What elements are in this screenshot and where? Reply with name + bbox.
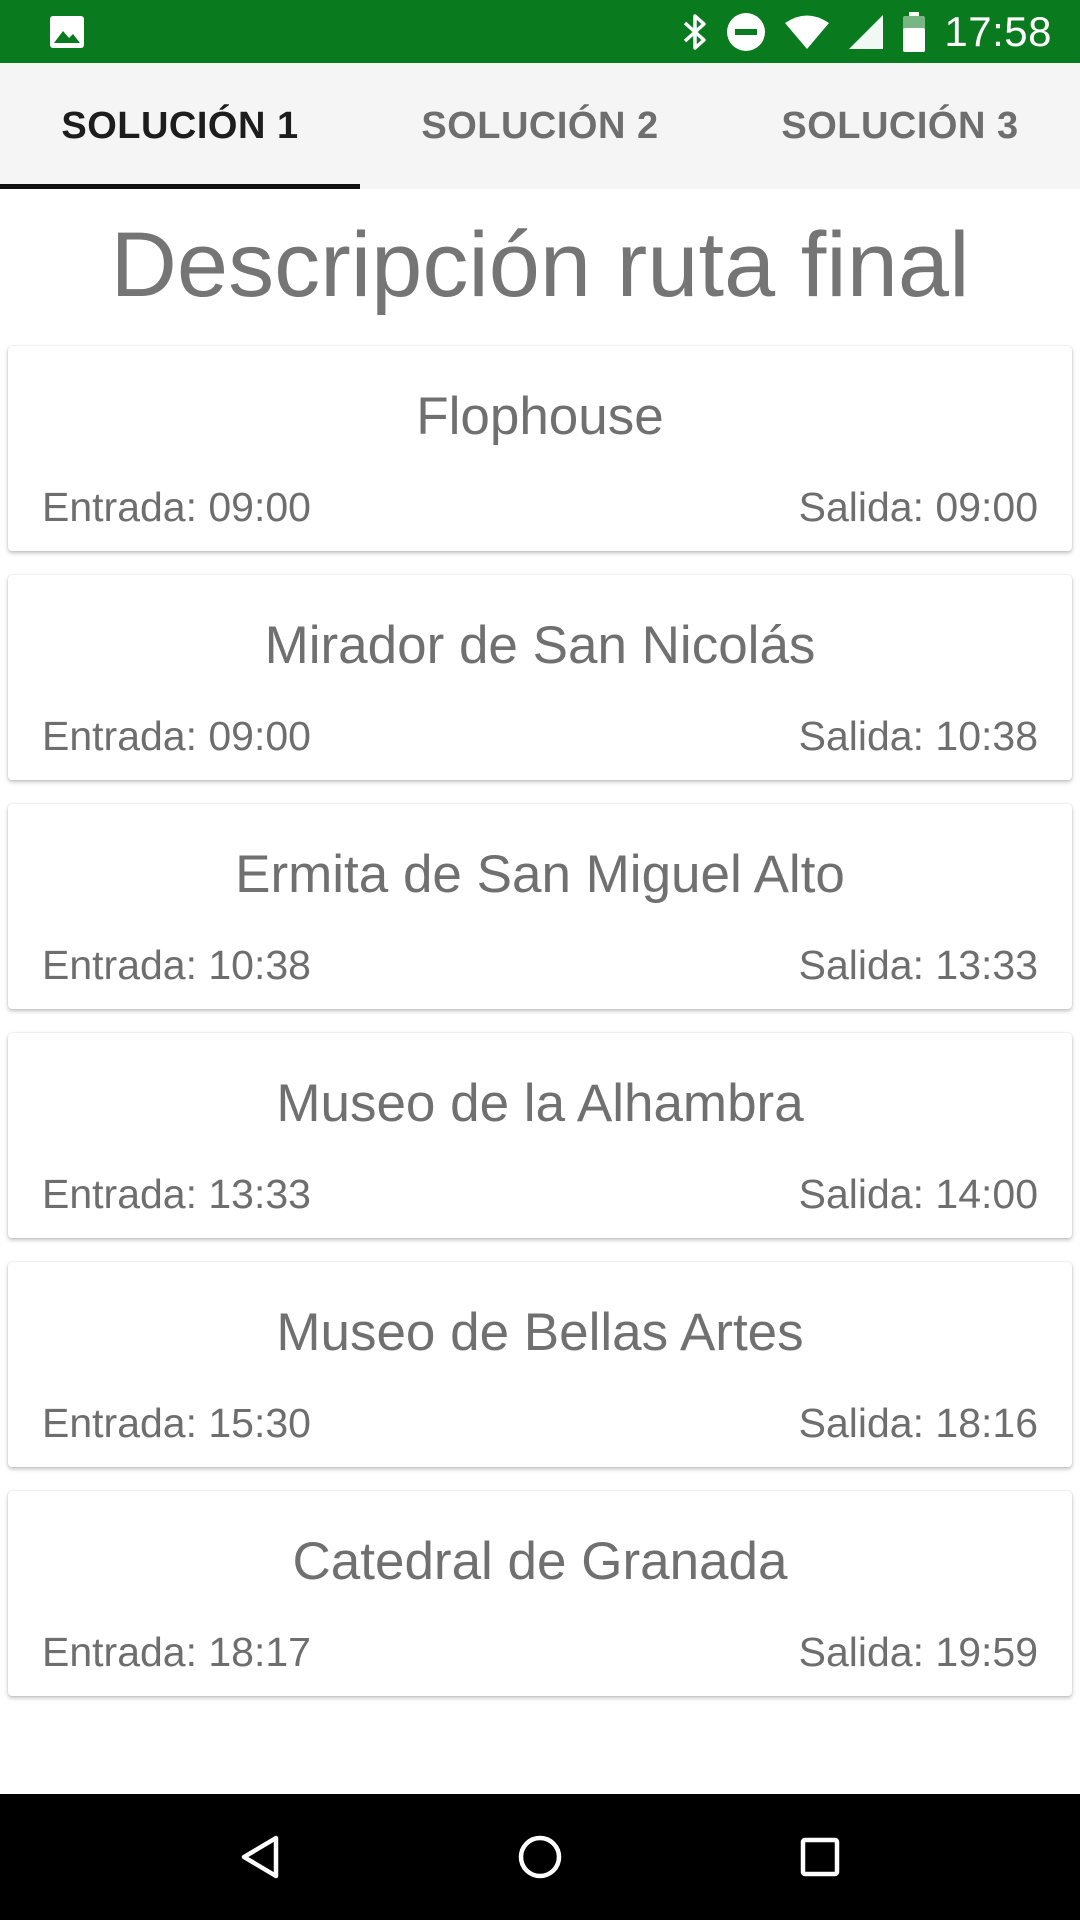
stop-entrada: Entrada: 15:30 xyxy=(42,1400,311,1446)
stop-salida: Salida: 19:59 xyxy=(798,1629,1038,1675)
route-stop-card[interactable]: Museo de Bellas Artes Entrada: 15:30 Sal… xyxy=(8,1262,1072,1467)
clock: 17:58 xyxy=(944,7,1052,55)
stop-name: Museo de Bellas Artes xyxy=(276,1303,804,1362)
tab-solucion-3[interactable]: SOLUCIÓN 3 xyxy=(720,63,1080,189)
route-stop-list: Flophouse Entrada: 09:00 Salida: 09:00 M… xyxy=(8,346,1072,1720)
route-stop-card[interactable]: Museo de la Alhambra Entrada: 13:33 Sali… xyxy=(8,1033,1072,1238)
image-icon xyxy=(50,15,84,48)
do-not-disturb-icon xyxy=(726,12,766,52)
wifi-icon xyxy=(784,14,830,50)
route-stop-card[interactable]: Flophouse Entrada: 09:00 Salida: 09:00 xyxy=(8,346,1072,551)
status-bar: 17:58 xyxy=(0,0,1080,63)
stop-entrada: Entrada: 18:17 xyxy=(42,1629,311,1675)
back-icon[interactable] xyxy=(215,1812,305,1902)
stop-salida: Salida: 10:38 xyxy=(798,713,1038,759)
stop-name: Ermita de San Miguel Alto xyxy=(235,845,845,904)
stop-salida: Salida: 14:00 xyxy=(798,1171,1038,1217)
tab-solucion-1[interactable]: SOLUCIÓN 1 xyxy=(0,63,360,189)
signal-icon xyxy=(848,14,884,50)
stop-name: Catedral de Granada xyxy=(292,1532,788,1591)
home-icon[interactable] xyxy=(495,1812,585,1902)
tab-solucion-2[interactable]: SOLUCIÓN 2 xyxy=(360,63,720,189)
recents-icon[interactable] xyxy=(775,1812,865,1902)
battery-icon xyxy=(902,11,926,52)
stop-entrada: Entrada: 10:38 xyxy=(42,942,311,988)
route-stop-card[interactable]: Mirador de San Nicolás Entrada: 09:00 Sa… xyxy=(8,575,1072,780)
stop-salida: Salida: 09:00 xyxy=(798,484,1038,530)
route-stop-card[interactable]: Catedral de Granada Entrada: 18:17 Salid… xyxy=(8,1491,1072,1696)
route-stop-card[interactable]: Ermita de San Miguel Alto Entrada: 10:38… xyxy=(8,804,1072,1009)
stop-name: Flophouse xyxy=(416,387,664,446)
navigation-bar xyxy=(0,1794,1080,1920)
stop-salida: Salida: 13:33 xyxy=(798,942,1038,988)
page-title: Descripción ruta final xyxy=(110,214,970,316)
stop-entrada: Entrada: 13:33 xyxy=(42,1171,311,1217)
stop-entrada: Entrada: 09:00 xyxy=(42,484,311,530)
solution-tabs: SOLUCIÓN 1 SOLUCIÓN 2 SOLUCIÓN 3 xyxy=(0,63,1080,189)
stop-salida: Salida: 18:16 xyxy=(798,1400,1038,1446)
bluetooth-icon xyxy=(682,12,708,52)
stop-name: Museo de la Alhambra xyxy=(276,1074,804,1133)
stop-entrada: Entrada: 09:00 xyxy=(42,713,311,759)
stop-name: Mirador de San Nicolás xyxy=(264,616,816,675)
